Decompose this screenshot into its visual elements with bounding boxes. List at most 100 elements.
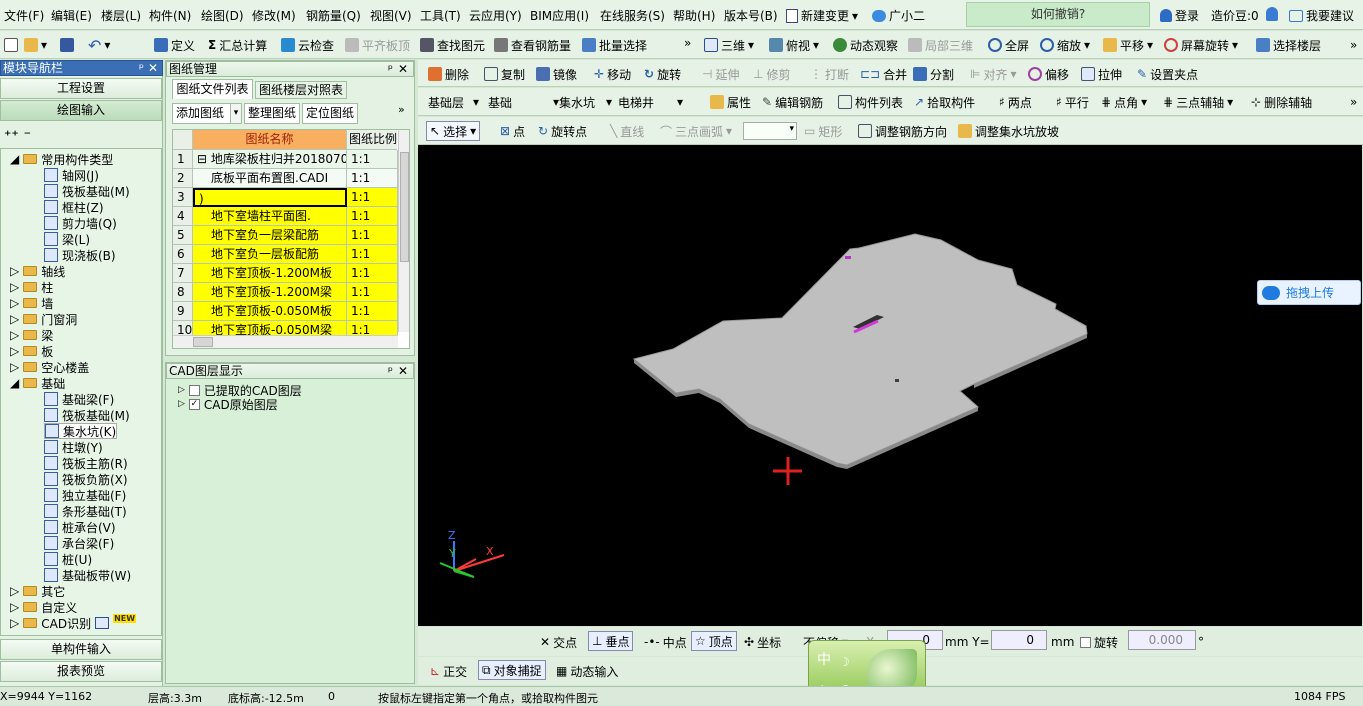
batch-select-button[interactable]: 批量选择 xyxy=(582,35,647,55)
organize-drawing-button[interactable]: 整理图纸 xyxy=(244,103,300,124)
top-view-button[interactable]: 俯视 ▾ xyxy=(769,35,819,55)
dynamic-input-toggle[interactable]: ▦ 动态输入 xyxy=(556,661,618,681)
tab-floor-mapping[interactable]: 图纸楼层对照表 xyxy=(255,81,347,99)
menu-online[interactable]: 在线服务(S) xyxy=(600,7,665,24)
checkbox-unchecked[interactable] xyxy=(188,384,200,396)
open-folder-icon[interactable]: ▾ xyxy=(24,35,47,55)
copy-button[interactable]: 复制 xyxy=(484,64,525,84)
flat-top-button[interactable]: 平齐板顶 xyxy=(345,35,410,55)
tree-item-foundation-strip[interactable]: 基础板带(W) xyxy=(44,567,131,583)
menu-modify[interactable]: 修改(M) xyxy=(252,7,296,24)
tree-group-foundation[interactable]: ◢ 基础 xyxy=(10,375,65,391)
tree-item-shear-wall[interactable]: 剪力墙(Q) xyxy=(44,215,117,231)
arc-button[interactable]: ⌒ 三点画弧 ▾ xyxy=(660,121,732,141)
drawing-input-button[interactable]: 绘图输入 xyxy=(0,100,162,121)
rotate-button[interactable]: ↻ 旋转 xyxy=(644,64,681,84)
bell-icon[interactable] xyxy=(1266,7,1278,24)
snap-midpoint[interactable]: -•- 中点 xyxy=(644,632,687,652)
row-number[interactable]: 9 xyxy=(173,302,193,321)
drawing-viewport[interactable]: Z Y X xyxy=(418,145,1362,626)
tree-item-foundation-beam[interactable]: 基础梁(F) xyxy=(44,391,114,407)
row-number[interactable]: 3 xyxy=(173,188,193,207)
tree-group-slab[interactable]: ▷ 板 xyxy=(10,343,53,359)
tree-item-raft-main-rebar[interactable]: 筏板主筋(R) xyxy=(44,455,128,471)
tree-item-raft-foundation[interactable]: 筏板基础(M) xyxy=(44,183,130,199)
tree-group-wall[interactable]: ▷ 墙 xyxy=(10,295,53,311)
guangxiaoer-menu[interactable]: 广小二 xyxy=(872,7,925,24)
more-chevron-icon[interactable]: » xyxy=(684,33,691,53)
undo-icon[interactable]: ↶ ▾ xyxy=(88,35,110,55)
edit-rebar-button[interactable]: ✎ 编辑钢筋 xyxy=(762,92,823,112)
two-points-button[interactable]: ♯ 两点 xyxy=(999,92,1032,112)
save-icon[interactable] xyxy=(60,35,74,55)
drawing-scale-cell[interactable]: 1:1 xyxy=(347,188,398,207)
snap-intersection[interactable]: ✕ 交点 xyxy=(540,632,577,652)
suggest-button[interactable]: 我要建议 xyxy=(1289,7,1354,24)
drawing-scale-cell[interactable]: 1:1 xyxy=(347,245,398,264)
adjust-rebar-direction-button[interactable]: 调整钢筋方向 xyxy=(858,121,947,141)
find-element-button[interactable]: 查找图元 xyxy=(420,35,485,55)
tree-group-openings[interactable]: ▷ 门窗洞 xyxy=(10,311,77,327)
checkbox-checked[interactable]: ✓ xyxy=(188,398,200,410)
view-rebar-button[interactable]: 查看钢筋量 xyxy=(494,35,571,55)
tree-item-frame-column[interactable]: 框柱(Z) xyxy=(44,199,104,215)
new-change-menu[interactable]: 新建变更 ▾ xyxy=(786,7,858,24)
drawing-name-cell[interactable]: 地下室负一层板配筋 xyxy=(193,245,347,264)
tree-group-axis[interactable]: ▷ 轴线 xyxy=(10,263,65,279)
extend-button[interactable]: ⊣ 延伸 xyxy=(702,64,739,84)
rotate-checkbox[interactable] xyxy=(1080,636,1091,648)
mirror-button[interactable]: 镜像 xyxy=(536,64,577,84)
category-select[interactable]: 基础 ▾ xyxy=(488,92,559,112)
menu-edit[interactable]: 编辑(E) xyxy=(51,7,92,24)
three-point-aux-button[interactable]: ⋕ 三点辅轴 ▾ xyxy=(1163,92,1233,112)
snap-coord[interactable]: ✣ 坐标 xyxy=(744,632,781,652)
tree-item-sump-pit[interactable]: 集水坑(K) xyxy=(44,423,118,439)
overflow-chevron-icon[interactable]: » xyxy=(1350,35,1357,55)
snap-perpendicular[interactable]: ⊥ 垂点 xyxy=(588,631,634,651)
col-header-scale[interactable]: 图纸比例 xyxy=(347,130,397,150)
tree-item-column-pier[interactable]: 柱墩(Y) xyxy=(44,439,103,455)
cloud-check-button[interactable]: 云检查 xyxy=(281,35,334,55)
pin-icon[interactable]: ᵖ xyxy=(388,62,393,76)
floor-select[interactable]: 基础层 ▾ xyxy=(428,92,479,112)
drawing-name-cell[interactable]: 地下室墙柱平面图. xyxy=(193,207,347,226)
pan-button[interactable]: 平移 ▾ xyxy=(1103,35,1153,55)
zoom-button[interactable]: 缩放 ▾ xyxy=(1040,35,1090,55)
drawing-name-cell[interactable]: ⊟ 地库梁板柱归并2018070 xyxy=(193,150,347,169)
tree-group-hollow-floor[interactable]: ▷ 空心楼盖 xyxy=(10,359,89,375)
row-number[interactable]: 8 xyxy=(173,283,193,302)
more-chevron-icon[interactable]: » xyxy=(398,103,405,116)
more-chevron-icon[interactable]: » xyxy=(1350,92,1357,112)
drawing-scale-cell[interactable]: 1:1 xyxy=(347,169,398,188)
layer-original[interactable]: ▷ ✓ CAD原始图层 xyxy=(178,396,278,412)
single-input-button[interactable]: 单构件输入 xyxy=(0,639,162,660)
element-list-button[interactable]: 构件列表 xyxy=(838,92,903,112)
close-icon[interactable]: ✕ xyxy=(398,62,408,76)
snap-vertex[interactable]: ☆ 顶点 xyxy=(691,631,737,651)
split-button[interactable]: 分割 xyxy=(913,64,954,84)
row-number[interactable]: 1 xyxy=(173,150,193,169)
menu-view[interactable]: 视图(V) xyxy=(370,7,412,24)
tree-item-beam[interactable]: 梁(L) xyxy=(44,231,90,247)
drawing-name-cell[interactable]: 地下室顶板-0.050M板 xyxy=(193,302,347,321)
sum-calc-button[interactable]: Σ 汇总计算 xyxy=(208,35,267,55)
tree-group-custom[interactable]: ▷ 自定义 xyxy=(10,599,77,615)
drawing-name-cell[interactable]: 地下室顶板-1.200M板 xyxy=(193,264,347,283)
trim-button[interactable]: ⊥ 修剪 xyxy=(753,64,790,84)
locate-drawing-button[interactable]: 定位图纸 xyxy=(302,103,358,124)
help-search-box[interactable]: 如何撤销? xyxy=(966,2,1150,27)
tree-item-cast-slab[interactable]: 现浇板(B) xyxy=(44,247,116,263)
offset-button[interactable]: 偏移 xyxy=(1028,64,1069,84)
tree-group-cad-recognition[interactable]: ▷ CAD识别 NEW xyxy=(10,613,137,631)
local-3d-button[interactable]: 局部三维 xyxy=(908,35,973,55)
three-d-button[interactable]: 三维 ▾ xyxy=(704,35,754,55)
drag-upload-button[interactable]: 拖拽上传 xyxy=(1257,280,1361,305)
y-input[interactable]: 0 xyxy=(991,630,1047,650)
vertical-scrollbar[interactable] xyxy=(398,130,409,332)
type-select[interactable]: 集水坑 ▾ xyxy=(559,92,612,112)
adjust-pit-slope-button[interactable]: 调整集水坑放坡 xyxy=(958,121,1059,141)
merge-button[interactable]: ⊏⊐ 合并 xyxy=(860,64,907,84)
tab-drawing-list[interactable]: 图纸文件列表 xyxy=(172,79,253,99)
row-number[interactable]: 6 xyxy=(173,245,193,264)
select-floor-button[interactable]: 选择楼层 xyxy=(1256,35,1321,55)
